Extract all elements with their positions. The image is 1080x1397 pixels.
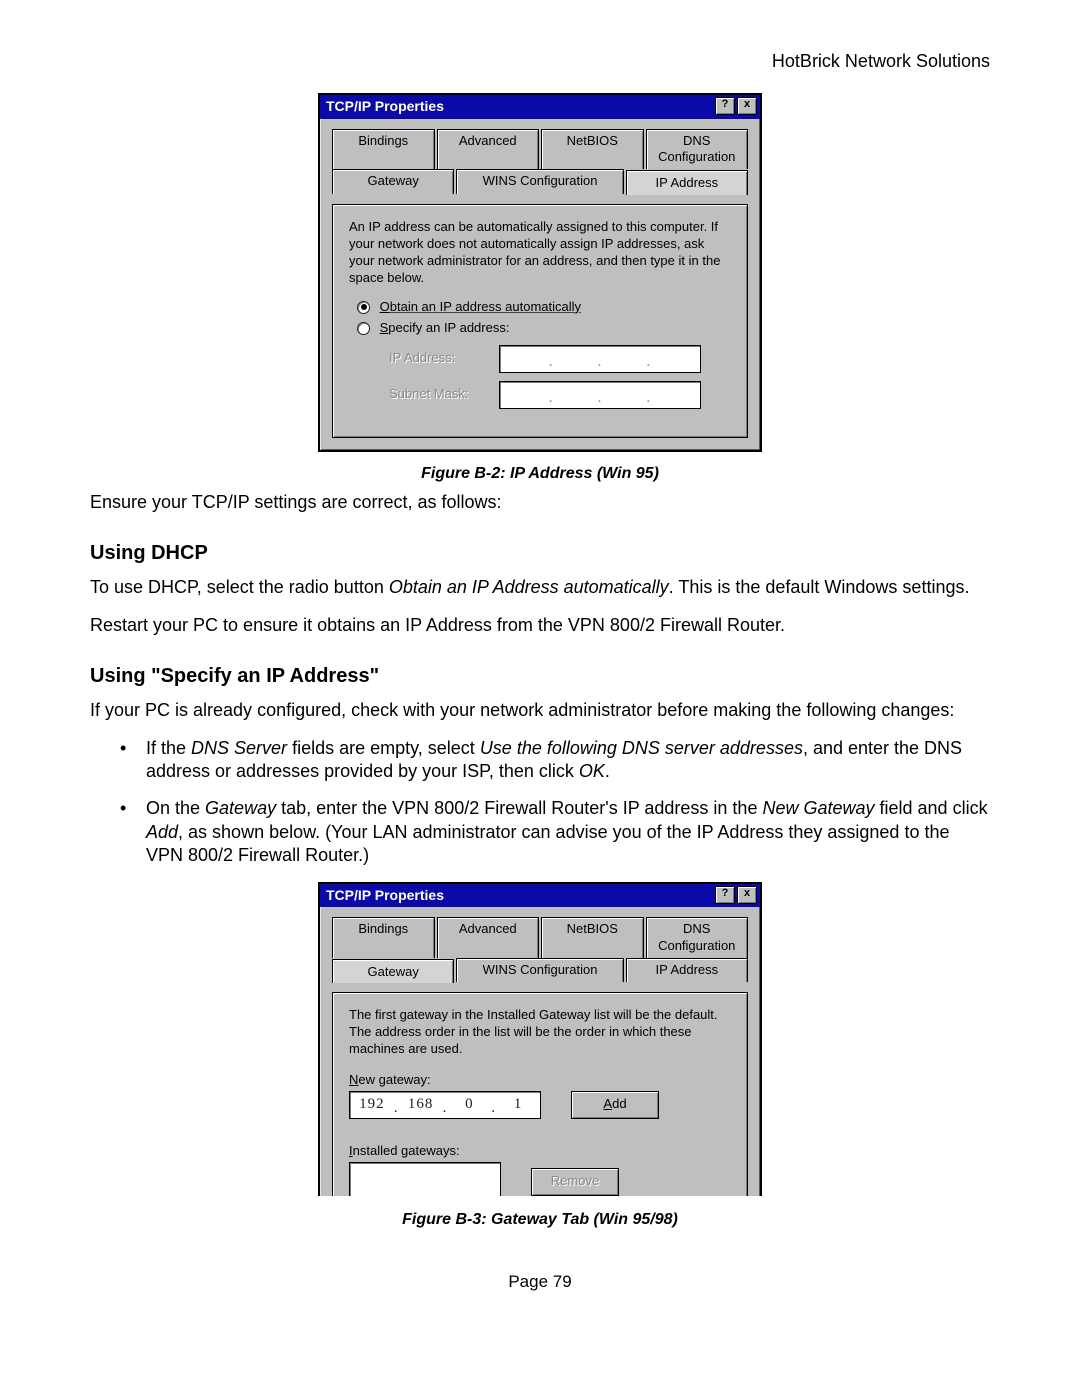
ip-help-text: An IP address can be automatically assig… (349, 219, 731, 287)
list-item: If the DNS Server fields are empty, sele… (120, 737, 990, 784)
remove-button[interactable]: Remove (531, 1168, 619, 1196)
close-icon[interactable]: x (737, 886, 757, 904)
subnet-mask-label: Subnet Mask: (389, 386, 485, 403)
figure-b3-caption: Figure B-3: Gateway Tab (Win 95/98) (90, 1210, 990, 1231)
tab-bindings[interactable]: Bindings (332, 917, 435, 958)
add-button[interactable]: Add (571, 1091, 659, 1119)
radio-obtain-auto[interactable]: OObtain an IP address automaticallybtain… (357, 299, 731, 316)
figure-b2-wrap: TCP/IP Properties ? x Bindings Advanced … (90, 93, 990, 485)
tab-ip-address[interactable]: IP Address (626, 170, 748, 195)
heading-using-specify: Using "Specify an IP Address" (90, 663, 990, 689)
close-icon[interactable]: x (737, 97, 757, 115)
installed-gateways-label: Installed gateways: (349, 1143, 731, 1160)
header-company: HotBrick Network Solutions (90, 50, 990, 73)
specify-list: If the DNS Server fields are empty, sele… (120, 737, 990, 868)
tab-netbios[interactable]: NetBIOS (541, 129, 644, 170)
tcpip-dialog-ipaddress: TCP/IP Properties ? x Bindings Advanced … (318, 93, 762, 452)
tab-panel-ip: An IP address can be automatically assig… (332, 204, 748, 438)
help-icon[interactable]: ? (715, 97, 735, 115)
radio-dot-icon[interactable] (357, 301, 370, 314)
new-gateway-label: New gateway: (349, 1072, 731, 1089)
title-text: TCP/IP Properties (326, 97, 444, 115)
gateway-help-text: The first gateway in the Installed Gatew… (349, 1007, 731, 1058)
page-number: Page 79 (90, 1271, 990, 1293)
tab-dns-config[interactable]: DNS Configuration (646, 129, 749, 170)
tab-gateway[interactable]: Gateway (332, 169, 454, 194)
tcpip-dialog-gateway: TCP/IP Properties ? x Bindings Advanced … (318, 882, 762, 1196)
tab-ip-address[interactable]: IP Address (626, 958, 748, 983)
subnet-mask-input[interactable]: ... (499, 381, 701, 409)
specify-para1: If your PC is already configured, check … (90, 699, 990, 722)
new-gateway-input[interactable]: 192. 168. 0. 1 (349, 1091, 541, 1119)
heading-using-dhcp: Using DHCP (90, 540, 990, 566)
tab-panel-gateway: The first gateway in the Installed Gatew… (332, 992, 748, 1195)
help-icon[interactable]: ? (715, 886, 735, 904)
intro-line: Ensure your TCP/IP settings are correct,… (90, 491, 990, 514)
tab-advanced[interactable]: Advanced (437, 917, 540, 958)
installed-gateways-list[interactable] (349, 1162, 501, 1196)
tab-gateway[interactable]: Gateway (332, 959, 454, 984)
titlebar[interactable]: TCP/IP Properties ? x (320, 95, 760, 118)
tab-bindings[interactable]: Bindings (332, 129, 435, 170)
tab-wins-config[interactable]: WINS Configuration (456, 958, 623, 983)
tab-netbios[interactable]: NetBIOS (541, 917, 644, 958)
title-text: TCP/IP Properties (326, 886, 444, 904)
ip-address-input[interactable]: ... (499, 345, 701, 373)
tab-wins-config[interactable]: WINS Configuration (456, 169, 623, 194)
tab-advanced[interactable]: Advanced (437, 129, 540, 170)
radio-dot-icon[interactable] (357, 322, 370, 335)
dhcp-para1: To use DHCP, select the radio button Obt… (90, 576, 990, 599)
radio-specify-label: Specify an IP address: (380, 320, 510, 335)
radio-obtain-auto-label: OObtain an IP address automaticallybtain… (380, 299, 581, 314)
dhcp-para2: Restart your PC to ensure it obtains an … (90, 614, 990, 637)
titlebar[interactable]: TCP/IP Properties ? x (320, 884, 760, 907)
radio-specify[interactable]: Specify an IP address: (357, 320, 731, 337)
figure-b3-wrap: TCP/IP Properties ? x Bindings Advanced … (90, 882, 990, 1231)
figure-b2-caption: Figure B-2: IP Address (Win 95) (90, 464, 990, 485)
tab-dns-config[interactable]: DNS Configuration (646, 917, 749, 958)
list-item: On the Gateway tab, enter the VPN 800/2 … (120, 797, 990, 867)
ip-address-label: IP Address: (389, 350, 485, 367)
